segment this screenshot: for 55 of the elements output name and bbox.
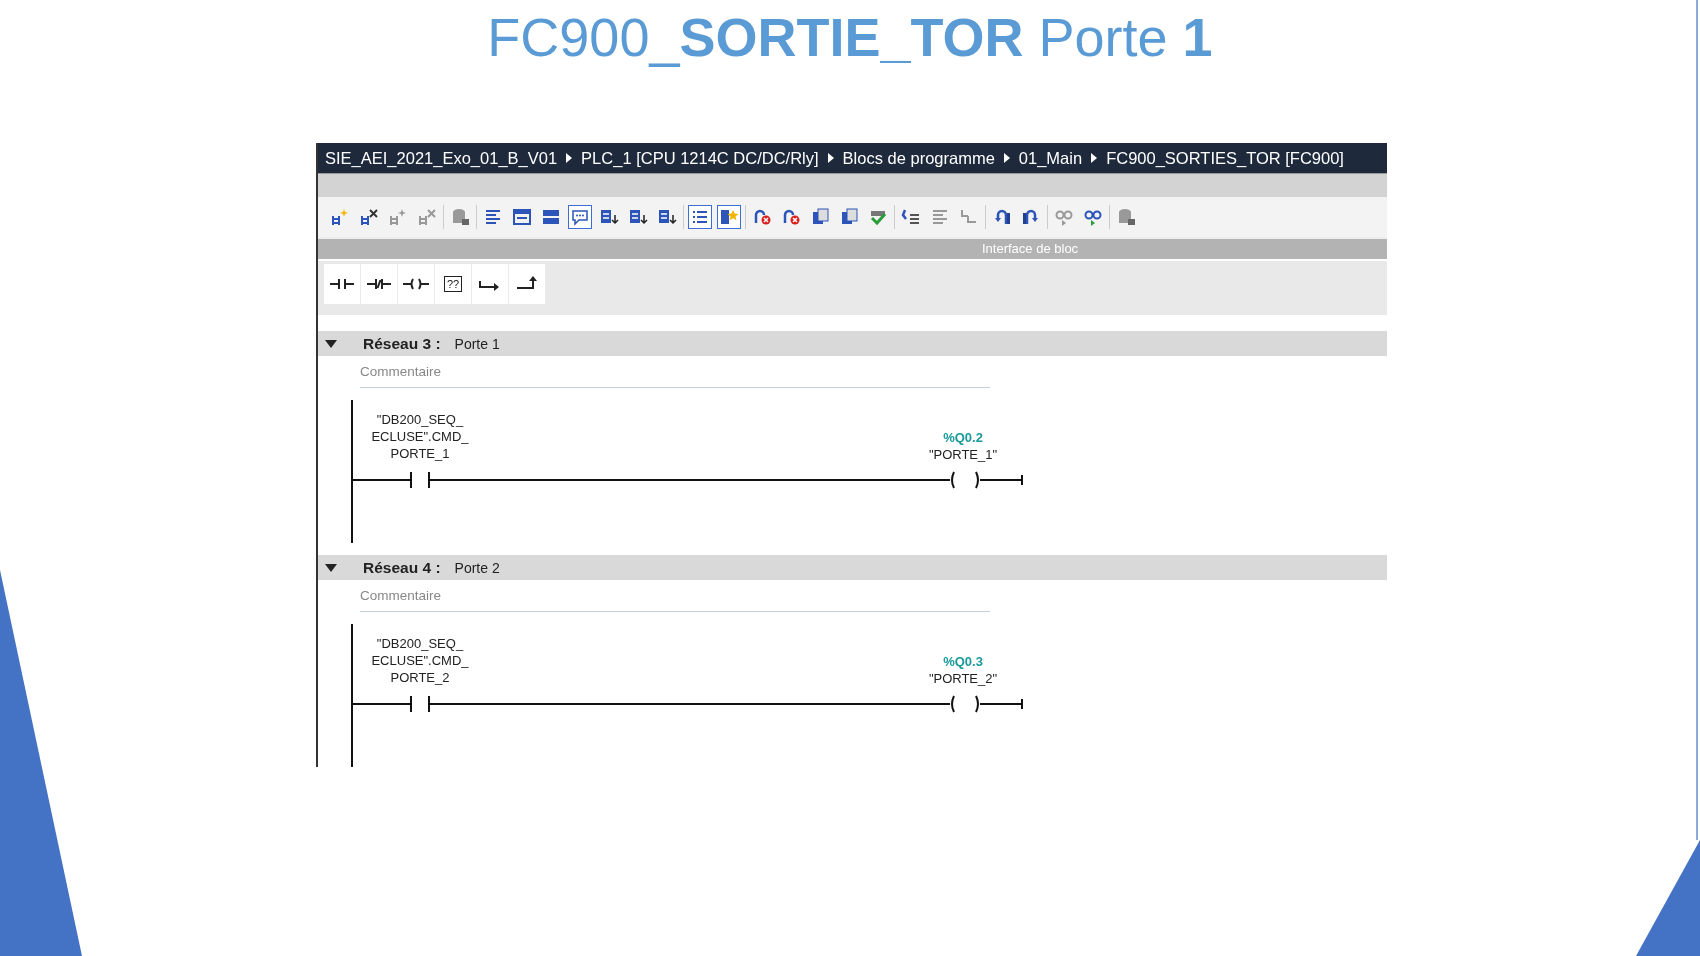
expand-arrow-icon[interactable] bbox=[325, 339, 337, 348]
breadcrumb-item[interactable]: Blocs de programme bbox=[842, 148, 995, 168]
checklist-button[interactable] bbox=[688, 205, 712, 229]
window-icon bbox=[512, 207, 532, 227]
network-title: Réseau 3 : bbox=[363, 334, 441, 353]
slide-title: FC900_SORTIE_TOR Porte 1 bbox=[487, 6, 1213, 69]
box-button[interactable]: ?? bbox=[435, 264, 471, 304]
contact-operand: "DB200_SEQ_ ECLUSE".CMD_ PORTE_2 bbox=[370, 635, 470, 686]
comment-field[interactable]: Commentaire bbox=[360, 356, 990, 388]
document-icon bbox=[810, 207, 830, 227]
database-icon bbox=[1116, 207, 1136, 227]
breadcrumb-arrow-icon bbox=[1091, 153, 1098, 163]
breadcrumb-item[interactable]: PLC_1 [CPU 1214C DC/DC/Rly] bbox=[581, 148, 819, 168]
expand-arrow-icon[interactable] bbox=[325, 563, 337, 572]
branch-arrow-button[interactable] bbox=[472, 264, 508, 304]
coil-address: %Q0.2 bbox=[942, 429, 984, 446]
breadcrumb-item[interactable]: FC900_SORTIES_TOR [FC900] bbox=[1106, 148, 1344, 168]
coil-address: %Q0.3 bbox=[942, 653, 984, 670]
lines-icon bbox=[483, 207, 503, 227]
ladder-sparkle-icon bbox=[330, 207, 350, 227]
coil-button[interactable] bbox=[398, 264, 434, 304]
list-arrow-icon bbox=[657, 207, 677, 227]
speech-bubble-icon bbox=[570, 207, 590, 227]
branch-up-button[interactable] bbox=[509, 264, 545, 304]
breadcrumb-arrow-icon bbox=[1003, 153, 1010, 163]
negated-contact-button[interactable] bbox=[361, 264, 397, 304]
contact-operand: "DB200_SEQ_ ECLUSE".CMD_ PORTE_1 bbox=[370, 411, 470, 462]
comment-field[interactable]: Commentaire bbox=[360, 580, 990, 612]
coil-tag: "PORTE_1" bbox=[908, 446, 1018, 463]
ladder-cross-icon bbox=[417, 207, 437, 227]
breadcrumb-item[interactable]: 01_Main bbox=[1018, 148, 1083, 168]
star-icon bbox=[719, 207, 739, 227]
network-name: Porte 1 bbox=[454, 335, 500, 352]
contact-button[interactable] bbox=[324, 264, 360, 304]
coil-tag: "PORTE_2" bbox=[908, 670, 1018, 687]
bars-icon bbox=[541, 207, 561, 227]
breadcrumb-arrow-icon bbox=[566, 153, 573, 163]
breadcrumb-arrow-icon bbox=[827, 153, 834, 163]
network-title: Réseau 4 : bbox=[363, 558, 441, 577]
star-button[interactable] bbox=[717, 205, 741, 229]
curved-arrow-icon bbox=[1021, 207, 1041, 227]
list-arrow-icon bbox=[599, 207, 619, 227]
curved-arrow-icon bbox=[992, 207, 1012, 227]
breadcrumb-item[interactable]: SIE_AEI_2021_Exo_01_B_V01 bbox=[325, 148, 558, 168]
arrow-error-icon bbox=[752, 207, 772, 227]
database-icon bbox=[450, 207, 470, 227]
ladder-sparkle-icon bbox=[388, 207, 408, 227]
ladder-cross-icon bbox=[359, 207, 379, 227]
speech-bubble-button[interactable] bbox=[568, 205, 592, 229]
indent-icon bbox=[901, 207, 921, 227]
lines-icon bbox=[930, 207, 950, 227]
arrow-error-icon bbox=[781, 207, 801, 227]
network-name: Porte 2 bbox=[454, 559, 500, 576]
list-arrow-icon bbox=[628, 207, 648, 227]
document-icon bbox=[839, 207, 859, 227]
